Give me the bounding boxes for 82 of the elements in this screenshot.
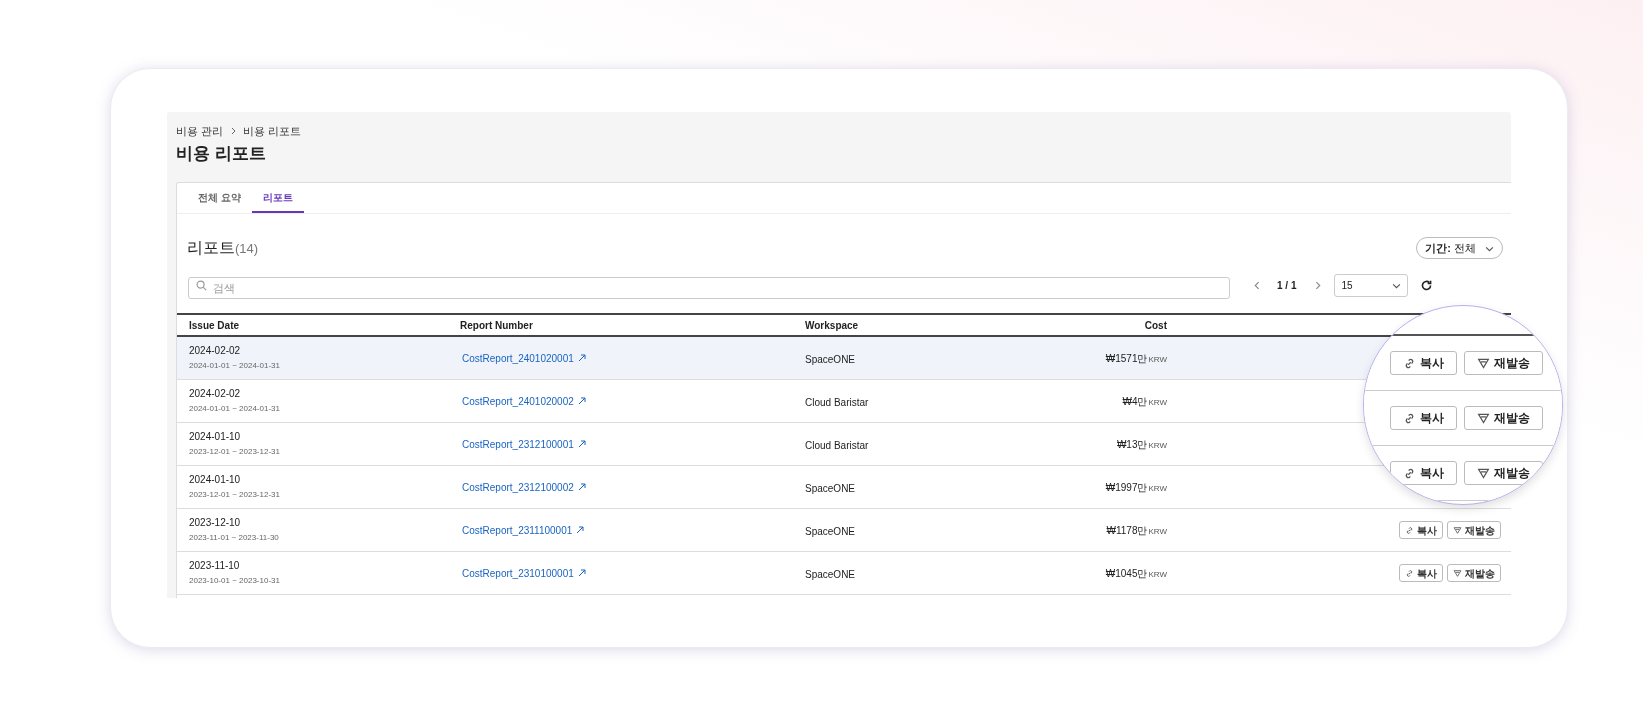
chevron-right-icon[interactable] bbox=[1313, 281, 1323, 290]
cost-amount: ₩4만 bbox=[1122, 394, 1148, 409]
column-header: Report Number bbox=[460, 319, 533, 331]
workspace-name: Cloud Baristar bbox=[805, 397, 869, 408]
currency-code: KRW bbox=[1148, 525, 1167, 538]
external-link-icon bbox=[576, 526, 585, 534]
chevron-right-icon bbox=[229, 127, 238, 136]
filter-icon bbox=[1477, 466, 1490, 480]
resend-button[interactable]: 재발송 bbox=[1464, 351, 1543, 375]
workspace-name: SpaceONE bbox=[805, 483, 856, 494]
report-link[interactable]: CostReport_2401020002 bbox=[462, 393, 574, 409]
page-title: 비용 리포트 bbox=[176, 142, 267, 165]
tab[interactable]: 전체 요약 bbox=[187, 183, 252, 213]
section-title: 리포트 bbox=[187, 238, 235, 258]
issue-date: 2024-02-02 bbox=[189, 387, 242, 401]
issue-date: 2024-01-10 bbox=[189, 430, 242, 444]
copy-button[interactable]: 복사 bbox=[1399, 564, 1443, 582]
billing-period: 2023-12-01 ~ 2023-12-31 bbox=[189, 489, 281, 501]
currency-code: KRW bbox=[1148, 439, 1167, 452]
resend-button[interactable]: 재발송 bbox=[1447, 521, 1501, 539]
workspace-name: SpaceONE bbox=[805, 569, 856, 580]
column-header: Workspace bbox=[805, 319, 859, 331]
section-count: (14) bbox=[235, 240, 259, 258]
external-link-icon bbox=[577, 397, 586, 405]
copy-button[interactable]: 복사 bbox=[1390, 406, 1457, 430]
external-link-icon bbox=[577, 569, 586, 577]
cost-amount: ₩1571만 bbox=[1105, 351, 1148, 366]
filter-icon bbox=[1453, 568, 1462, 578]
workspace-name: SpaceONE bbox=[805, 354, 856, 365]
report-link[interactable]: CostReport_2401020001 bbox=[462, 350, 574, 366]
issue-date: 2024-01-10 bbox=[189, 473, 242, 487]
resend-button[interactable]: 재발송 bbox=[1464, 461, 1543, 485]
column-header: Issue Date bbox=[189, 319, 240, 331]
refresh-icon[interactable] bbox=[1420, 279, 1434, 292]
workspace-name: SpaceONE bbox=[805, 526, 856, 537]
cost-amount: ₩1178만 bbox=[1106, 523, 1148, 538]
search-icon bbox=[196, 279, 207, 291]
report-link[interactable]: CostReport_2312100001 bbox=[462, 436, 574, 452]
resend-button[interactable]: 재발송 bbox=[1447, 564, 1501, 582]
breadcrumb-link[interactable]: 비용 관리 bbox=[176, 123, 224, 140]
link-icon bbox=[1403, 466, 1416, 480]
billing-period: 2024-01-01 ~ 2024-01-31 bbox=[189, 360, 281, 372]
column-header: Cost bbox=[1144, 319, 1167, 331]
issue-date: 2024-02-02 bbox=[189, 344, 242, 358]
search-field[interactable]: 검색 bbox=[188, 276, 1230, 299]
cost-amount: ₩13만 bbox=[1116, 437, 1148, 452]
billing-period: 2023-11-01 ~ 2023-11-30 bbox=[189, 532, 280, 544]
currency-code: KRW bbox=[1148, 396, 1167, 409]
cost-amount: ₩1997만 bbox=[1105, 480, 1148, 495]
link-icon bbox=[1405, 525, 1414, 535]
issue-date: 2023-12-10 bbox=[189, 516, 242, 530]
report-link[interactable]: CostReport_2312100002 bbox=[462, 479, 574, 495]
page-indicator: 1 / 1 bbox=[1277, 279, 1297, 293]
issue-date: 2023-11-10 bbox=[189, 559, 241, 573]
currency-code: KRW bbox=[1148, 482, 1167, 495]
external-link-icon bbox=[577, 483, 586, 491]
chevron-left-icon[interactable] bbox=[1253, 281, 1262, 290]
link-icon bbox=[1403, 356, 1416, 370]
filter-icon bbox=[1477, 356, 1490, 370]
workspace-name: Cloud Baristar bbox=[805, 440, 869, 451]
currency-code: KRW bbox=[1148, 353, 1167, 366]
billing-period: 2023-12-01 ~ 2023-12-31 bbox=[189, 446, 281, 458]
chevron-down-icon bbox=[1392, 281, 1402, 290]
cost-amount: ₩1045만 bbox=[1105, 566, 1148, 581]
report-link[interactable]: CostReport_2310100001 bbox=[462, 565, 574, 581]
external-link-icon bbox=[577, 354, 586, 362]
breadcrumb-link[interactable]: 비용 리포트 bbox=[243, 123, 302, 140]
copy-button[interactable]: 복사 bbox=[1390, 351, 1457, 375]
page-size-dropdown[interactable]: 15 bbox=[1334, 274, 1409, 297]
copy-button[interactable]: 복사 bbox=[1399, 521, 1443, 539]
filter-icon bbox=[1453, 525, 1462, 535]
billing-period: 2024-01-01 ~ 2024-01-31 bbox=[189, 403, 281, 415]
link-icon bbox=[1403, 411, 1416, 425]
tab[interactable]: 리포트 bbox=[251, 183, 304, 213]
filter-icon bbox=[1477, 411, 1490, 425]
external-link-icon bbox=[577, 440, 586, 448]
resend-button[interactable]: 재발송 bbox=[1464, 406, 1543, 430]
billing-period: 2023-10-01 ~ 2023-10-31 bbox=[189, 575, 281, 587]
currency-code: KRW bbox=[1148, 568, 1167, 581]
report-link[interactable]: CostReport_2311100001 bbox=[462, 522, 573, 538]
link-icon bbox=[1405, 568, 1414, 578]
copy-button[interactable]: 복사 bbox=[1390, 461, 1457, 485]
